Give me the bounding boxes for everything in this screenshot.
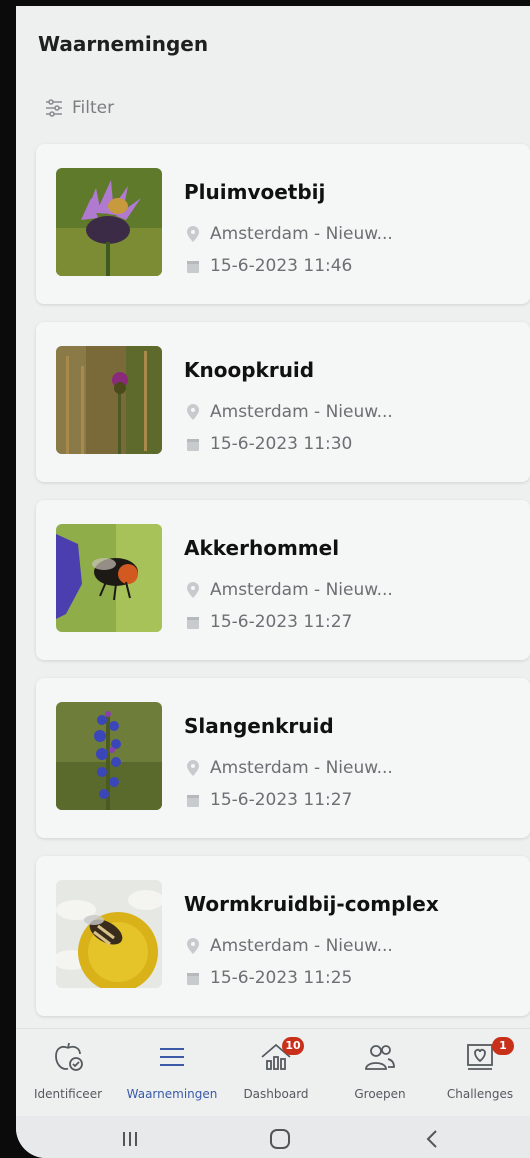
observation-datetime: 15-6-2023 11:27	[186, 612, 352, 632]
recent-apps-icon	[123, 1132, 137, 1146]
observation-datetime: 15-6-2023 11:27	[186, 790, 352, 810]
filter-icon	[46, 99, 62, 117]
page-title: Waarnemingen	[38, 32, 209, 56]
filter-button[interactable]: Filter	[44, 98, 114, 118]
observation-location: Amsterdam - Nieuw...	[186, 224, 393, 244]
observation-card[interactable]: Akkerhommel Amsterdam - Nieuw... 15-6-20…	[36, 500, 530, 660]
recent-apps-button[interactable]	[110, 1122, 150, 1156]
filter-label: Filter	[72, 98, 115, 118]
nav-groepen[interactable]: Groepen	[328, 1029, 432, 1117]
nav-label: Groepen	[354, 1087, 406, 1101]
nav-waarnemingen[interactable]: Waarnemingen	[120, 1029, 224, 1117]
calendar-icon	[187, 439, 199, 451]
observation-name: Akkerhommel	[184, 536, 340, 560]
observation-name: Knoopkruid	[184, 358, 315, 382]
bumblebee-thumbnail	[56, 524, 162, 632]
observation-location: Amsterdam - Nieuw...	[186, 758, 393, 778]
observation-card[interactable]: Pluimvoetbij Amsterdam - Nieuw... 15-6-2…	[36, 144, 530, 304]
nav-identificeer[interactable]: Identificeer	[16, 1029, 120, 1117]
observation-datetime: 15-6-2023 11:46	[186, 256, 352, 276]
nav-label: Waarnemingen	[126, 1087, 218, 1101]
back-chevron-icon	[426, 1130, 437, 1148]
app-screen: Waarnemingen Filter Pluimvoetbij Amsterd…	[16, 6, 530, 1158]
observation-name: Wormkruidbij-complex	[184, 892, 439, 916]
observation-card[interactable]: Wormkruidbij-complex Amsterdam - Nieuw..…	[36, 856, 530, 1016]
location-pin-icon	[187, 760, 199, 776]
observation-location: Amsterdam - Nieuw...	[186, 580, 393, 600]
vipers-bugloss-thumbnail	[56, 702, 162, 810]
apple-check-icon	[55, 1042, 83, 1071]
location-pin-icon	[187, 938, 199, 954]
system-navigation-bar	[16, 1116, 530, 1158]
observation-location: Amsterdam - Nieuw...	[186, 936, 393, 956]
bee-on-daisy-thumbnail	[56, 880, 162, 988]
calendar-icon	[187, 261, 199, 273]
location-pin-icon	[187, 404, 199, 420]
home-circle-icon	[270, 1129, 290, 1149]
people-icon	[365, 1045, 395, 1070]
challenges-badge: 1	[492, 1037, 514, 1055]
nav-label: Challenges	[446, 1087, 514, 1101]
observation-card[interactable]: Knoopkruid Amsterdam - Nieuw... 15-6-202…	[36, 322, 530, 482]
nav-dashboard[interactable]: 10 Dashboard	[224, 1029, 328, 1117]
observation-name: Slangenkruid	[184, 714, 334, 738]
list-icon	[160, 1048, 184, 1066]
location-pin-icon	[187, 582, 199, 598]
observation-name: Pluimvoetbij	[184, 180, 326, 204]
calendar-icon	[187, 617, 199, 629]
nav-label: Identificeer	[33, 1087, 103, 1101]
bee-on-thistle-thumbnail	[56, 168, 162, 276]
nav-challenges[interactable]: 1 Challenges	[428, 1029, 530, 1117]
calendar-icon	[187, 795, 199, 807]
dashboard-badge: 10	[282, 1037, 304, 1055]
observation-datetime: 15-6-2023 11:25	[186, 968, 352, 988]
knapweed-flower-thumbnail	[56, 346, 162, 454]
location-pin-icon	[187, 226, 199, 242]
nav-label: Dashboard	[243, 1087, 309, 1101]
observation-card[interactable]: Slangenkruid Amsterdam - Nieuw... 15-6-2…	[36, 678, 530, 838]
home-button[interactable]	[260, 1122, 300, 1156]
observation-datetime: 15-6-2023 11:30	[186, 434, 352, 454]
observation-location: Amsterdam - Nieuw...	[186, 402, 393, 422]
bottom-navigation: Identificeer Waarnemingen 10 Dashboard G…	[16, 1028, 530, 1117]
back-button[interactable]	[412, 1122, 452, 1156]
calendar-icon	[187, 973, 199, 985]
